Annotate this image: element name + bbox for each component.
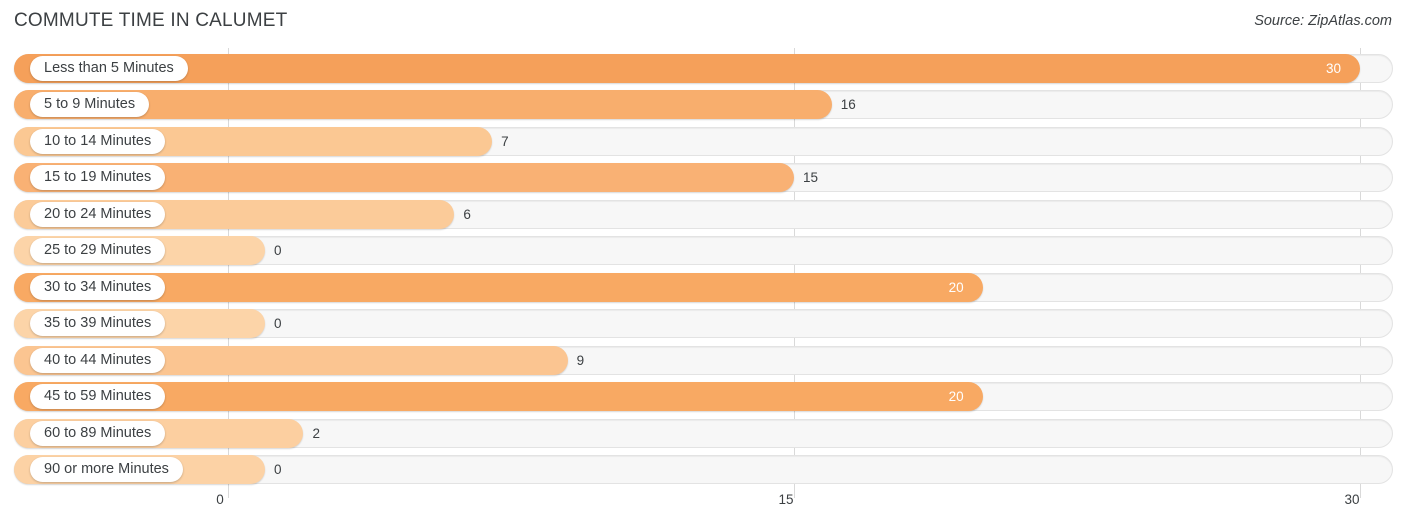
- x-axis: 0 15 30: [0, 486, 1406, 524]
- bar-row[interactable]: 30 to 34 Minutes 20: [14, 272, 1393, 302]
- bar-row[interactable]: 15 to 19 Minutes 15: [14, 163, 1393, 193]
- bar-value-label: 7: [501, 133, 509, 149]
- bar-row[interactable]: 35 to 39 Minutes 0: [14, 309, 1393, 339]
- plot-area: Less than 5 Minutes 30 5 to 9 Minutes 16 10 …: [0, 48, 1406, 486]
- bar-row[interactable]: 45 to 59 Minutes 20: [14, 382, 1393, 412]
- bar-category-label: 15 to 19 Minutes: [30, 165, 166, 191]
- bar-category-label: 45 to 59 Minutes: [30, 384, 166, 410]
- bar-category-label: 40 to 44 Minutes: [30, 347, 166, 373]
- bar-value-label: 20: [948, 389, 964, 405]
- axis-tick-label: 30: [1344, 492, 1360, 507]
- bar-category-label: 90 or more Minutes: [30, 456, 183, 482]
- bar-category-label: 20 to 24 Minutes: [30, 201, 166, 227]
- bar-category-label: 30 to 34 Minutes: [30, 274, 166, 300]
- bar-category-label: Less than 5 Minutes: [30, 56, 188, 81]
- bar-category-label: 25 to 29 Minutes: [30, 238, 166, 264]
- bar-row[interactable]: 25 to 29 Minutes 0: [14, 236, 1393, 266]
- axis-tick-label: 15: [778, 492, 794, 507]
- bar-row[interactable]: 40 to 44 Minutes 9: [14, 345, 1393, 375]
- bar-fill: [14, 54, 1360, 83]
- bar-category-label: 10 to 14 Minutes: [30, 128, 166, 154]
- chart-container: COMMUTE TIME IN CALUMET Source: ZipAtlas…: [0, 0, 1406, 524]
- bar-category-label: 5 to 9 Minutes: [30, 92, 150, 118]
- bar-category-label: 35 to 39 Minutes: [30, 311, 166, 337]
- bar-value-label: 15: [803, 170, 819, 186]
- bar-row[interactable]: 60 to 89 Minutes 2: [14, 418, 1393, 448]
- bar-row[interactable]: 20 to 24 Minutes 6: [14, 199, 1393, 229]
- bar-row[interactable]: 10 to 14 Minutes 7: [14, 126, 1393, 156]
- bar-value-label: 16: [840, 97, 856, 113]
- bar-row[interactable]: 5 to 9 Minutes 16: [14, 90, 1393, 120]
- source-attribution: Source: ZipAtlas.com: [1254, 13, 1392, 29]
- axis-tick-mark: [228, 486, 229, 498]
- bar-value-label: 6: [463, 206, 471, 222]
- bar-value-label: 20: [948, 279, 964, 295]
- bar-value-label: 0: [274, 316, 282, 332]
- bar-value-label: 30: [1326, 61, 1342, 76]
- bar-row[interactable]: 90 or more Minutes 0: [14, 454, 1393, 484]
- axis-tick-mark: [794, 486, 795, 498]
- bar-value-label: 0: [274, 243, 282, 259]
- axis-tick-mark: [1360, 486, 1361, 498]
- bar-value-label: 2: [312, 425, 320, 441]
- axis-tick-label: 0: [216, 492, 224, 507]
- bar-value-label: 9: [576, 352, 585, 368]
- bar-value-label: 0: [274, 461, 282, 477]
- page-title: COMMUTE TIME IN CALUMET: [14, 10, 288, 31]
- bar-row[interactable]: Less than 5 Minutes 30: [14, 54, 1393, 83]
- bar-category-label: 60 to 89 Minutes: [30, 420, 166, 446]
